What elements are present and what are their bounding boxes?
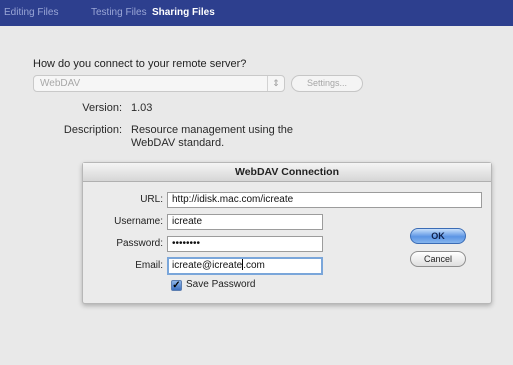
password-label: Password: <box>116 238 163 249</box>
email-field[interactable]: icreate@icreate.com <box>167 257 323 275</box>
connect-question: How do you connect to your remote server… <box>33 58 247 70</box>
username-label: Username: <box>114 216 163 227</box>
version-label: Version: <box>82 102 122 114</box>
description-line-1: Resource management using the <box>131 124 294 136</box>
description-label: Description: <box>63 124 122 136</box>
save-password-label: Save Password <box>186 279 256 290</box>
username-field[interactable]: icreate <box>167 214 323 230</box>
dialog-title: WebDAV Connection <box>83 163 491 182</box>
url-label: URL: <box>140 194 163 205</box>
email-value-before-caret: icreate@icreate <box>172 260 243 271</box>
url-field[interactable]: http://idisk.mac.com/icreate <box>167 192 482 208</box>
tab-testing-files[interactable]: Testing Files <box>91 7 147 18</box>
server-type-select[interactable]: WebDAV ⇕ <box>33 75 285 92</box>
cancel-button[interactable]: Cancel <box>410 251 466 267</box>
save-password-checkbox[interactable]: ✓ <box>171 280 182 291</box>
tab-sharing-files[interactable]: Sharing Files <box>152 7 215 18</box>
server-type-value: WebDAV <box>40 78 81 89</box>
tab-bar: Editing Files Testing Files Sharing File… <box>0 0 513 26</box>
description-line-2: WebDAV standard. <box>131 137 225 149</box>
email-label: Email: <box>135 260 163 271</box>
tab-editing-files[interactable]: Editing Files <box>4 7 58 18</box>
version-value: 1.03 <box>131 102 153 114</box>
email-value-after-caret: .com <box>243 260 265 271</box>
ok-button[interactable]: OK <box>410 228 466 244</box>
password-field[interactable]: •••••••• <box>167 236 323 252</box>
settings-button[interactable]: Settings... <box>291 75 363 92</box>
select-arrows-icon: ⇕ <box>267 76 284 91</box>
